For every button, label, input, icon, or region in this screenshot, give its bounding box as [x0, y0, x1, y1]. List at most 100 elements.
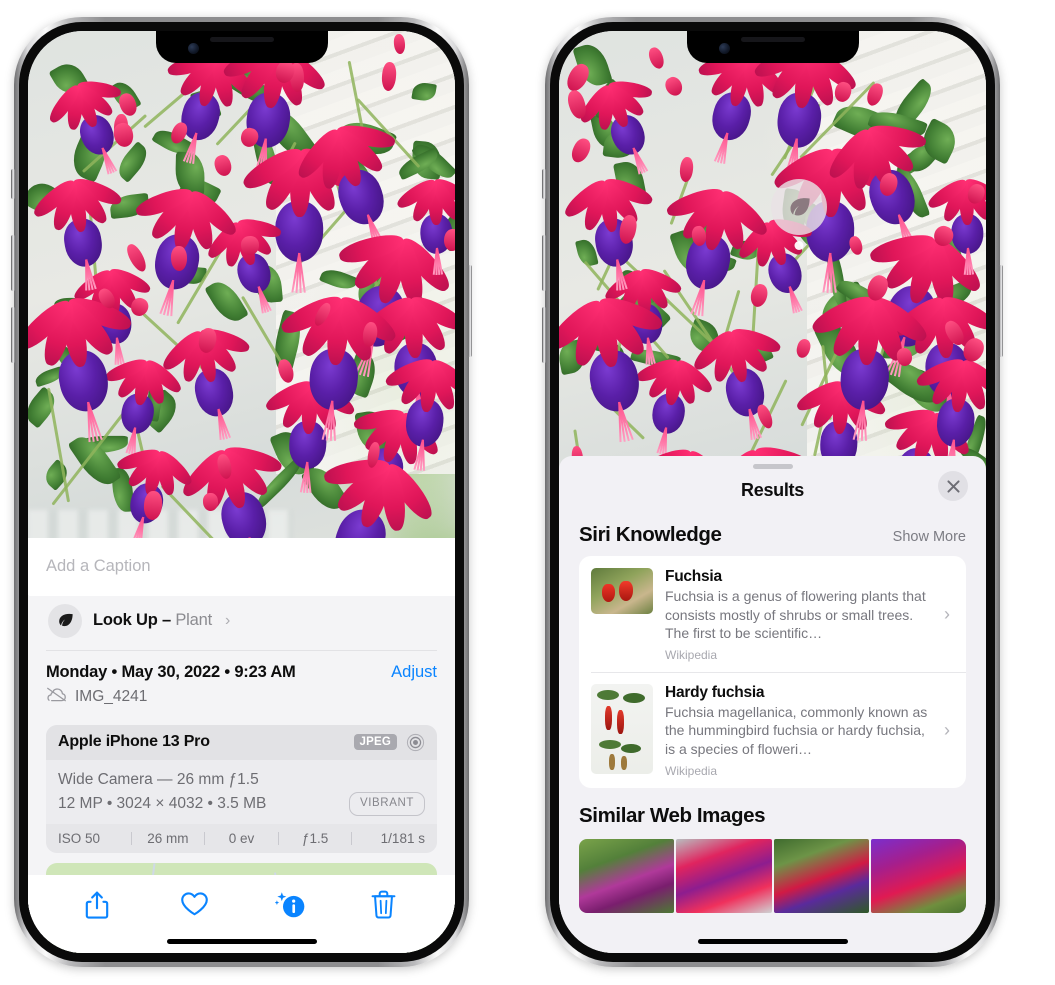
format-badge: JPEG	[353, 734, 397, 751]
date-row: Monday • May 30, 2022 • 9:23 AM Adjust	[46, 663, 437, 682]
volume-up-button[interactable]	[542, 235, 546, 291]
adjust-button[interactable]: Adjust	[391, 663, 437, 682]
look-up-title: Look Up –	[93, 611, 171, 630]
siri-knowledge-header: Siri Knowledge Show More	[559, 511, 986, 556]
aperture-icon	[406, 733, 425, 752]
share-icon[interactable]	[84, 890, 112, 920]
look-up-subject: Plant	[175, 611, 212, 630]
section-title: Similar Web Images	[579, 803, 766, 827]
power-button[interactable]	[999, 265, 1003, 357]
device-notch	[686, 31, 859, 63]
knowledge-row-hardy-fuchsia[interactable]: Hardy fuchsia Fuchsia magellanica, commo…	[579, 671, 966, 788]
caption-input[interactable]: Add a Caption	[28, 537, 455, 596]
thumb-leaf	[623, 692, 645, 703]
fuchsia-flower	[559, 292, 665, 443]
fuchsia-flower	[29, 174, 124, 291]
exif-header: Apple iPhone 13 Pro JPEG	[46, 724, 437, 760]
flower-bud	[646, 45, 668, 71]
front-camera-icon	[718, 43, 730, 54]
home-indicator[interactable]	[697, 939, 848, 944]
flower-bud	[392, 33, 407, 56]
screenshot-stage: Add a Caption ✦ ✦ Look Up – Plant	[0, 0, 1055, 985]
mute-switch[interactable]	[11, 169, 15, 199]
knowledge-row-fuchsia[interactable]: Fuchsia Fuchsia is a genus of flowering …	[579, 556, 966, 672]
device-notch	[155, 31, 328, 63]
visual-lookup-leaf-badge[interactable]	[771, 179, 827, 250]
fuchsia-flower	[913, 354, 986, 471]
show-more-button[interactable]: Show More	[893, 529, 966, 545]
fuchsia-flower	[276, 290, 400, 442]
lens-info: Wide Camera — 26 mm ƒ1.5	[58, 770, 259, 788]
knowledge-description: Fuchsia magellanica, commonly known as t…	[665, 703, 928, 758]
device-bezel: Results Siri Knowledge Show More Fuchsia…	[550, 22, 995, 962]
similar-web-images-strip[interactable]	[579, 838, 966, 913]
date-block: Monday • May 30, 2022 • 9:23 AM Adjust I…	[28, 650, 455, 717]
heart-icon[interactable]	[180, 890, 208, 920]
cloud-slash-icon	[46, 687, 67, 707]
flower-bud	[679, 155, 695, 182]
chevron-right-icon: ›	[944, 604, 950, 625]
thumb-flower	[605, 705, 612, 730]
section-title: Siri Knowledge	[579, 523, 722, 546]
close-icon[interactable]	[938, 471, 968, 501]
earpiece-speaker-icon	[740, 37, 805, 42]
sparkle-icon-large: ✦	[28, 588, 30, 605]
info-sparkle-icon[interactable]	[274, 890, 305, 920]
device-name: Apple iPhone 13 Pro	[58, 733, 210, 751]
thumb-flower	[619, 581, 633, 601]
capture-date: Monday • May 30, 2022 • 9:23 AM	[46, 662, 296, 681]
look-up-label: Look Up – Plant	[93, 611, 212, 630]
iphone-left-device: Add a Caption ✦ ✦ Look Up – Plant	[11, 17, 472, 967]
web-image-2[interactable]	[676, 838, 772, 913]
flower-bud	[794, 337, 813, 360]
trash-icon[interactable]	[371, 890, 399, 920]
left-screen: Add a Caption ✦ ✦ Look Up – Plant	[28, 31, 455, 953]
exif-stats-row: ISO 50 26 mm 0 ev ƒ1.5 1/181 s	[46, 824, 437, 853]
iphone-right-device: Results Siri Knowledge Show More Fuchsia…	[542, 17, 1003, 967]
thumb-leaf	[597, 689, 619, 700]
lookup-anchor-dot	[794, 241, 804, 250]
flower-stamen	[84, 259, 87, 291]
web-image-4[interactable]	[870, 838, 966, 913]
stat-focal: 26 mm	[147, 831, 189, 846]
results-sheet: Results Siri Knowledge Show More Fuchsia…	[559, 456, 986, 953]
leaf-icon	[48, 603, 82, 638]
volume-down-button[interactable]	[11, 307, 15, 363]
knowledge-source: Wikipedia	[665, 647, 718, 662]
flower-corolla	[331, 164, 392, 231]
fuchsia-flower	[382, 354, 455, 471]
power-button[interactable]	[468, 265, 472, 357]
stat-ev: 0 ev	[228, 831, 255, 846]
front-camera-icon	[187, 43, 199, 54]
knowledge-title: Hardy fuchsia	[665, 683, 765, 701]
knowledge-description: Fuchsia is a genus of flowering plants t…	[665, 588, 926, 642]
web-image-3[interactable]	[773, 838, 869, 913]
right-screen: Results Siri Knowledge Show More Fuchsia…	[559, 31, 986, 953]
knowledge-title: Fuchsia	[665, 568, 722, 585]
flower-stamen	[615, 259, 618, 291]
web-image-1[interactable]	[579, 838, 675, 913]
exif-card: Apple iPhone 13 Pro JPEG Wide Camera — 2…	[46, 724, 437, 853]
plant-leaf	[411, 81, 437, 103]
knowledge-body: Fuchsia Fuchsia is a genus of flowering …	[665, 568, 928, 662]
filename-label: IMG_4241	[75, 687, 148, 705]
knowledge-thumbnail	[591, 568, 653, 614]
mute-switch[interactable]	[542, 169, 546, 199]
volume-up-button[interactable]	[11, 235, 15, 291]
results-title: Results	[741, 479, 804, 500]
image-specs: 12 MP • 3024 × 4032 • 3.5 MB	[58, 794, 267, 812]
thumb-flower	[617, 709, 624, 734]
volume-down-button[interactable]	[542, 307, 546, 363]
knowledge-source: Wikipedia	[665, 763, 718, 778]
chevron-right-icon: ›	[224, 611, 231, 629]
home-indicator[interactable]	[166, 939, 317, 944]
photo-info-sheet: Add a Caption ✦ ✦ Look Up – Plant	[28, 537, 455, 953]
thumb-bud	[621, 755, 627, 770]
device-bezel: Add a Caption ✦ ✦ Look Up – Plant	[19, 22, 464, 962]
exif-header-right: JPEG	[353, 733, 425, 752]
spec-row: 12 MP • 3024 × 4032 • 3.5 MB VIBRANT	[58, 792, 425, 816]
fuchsia-flower	[664, 183, 772, 317]
look-up-row[interactable]: ✦ ✦ Look Up – Plant ›	[28, 588, 455, 650]
thumb-bud	[609, 753, 615, 770]
flower-bud	[212, 153, 235, 178]
